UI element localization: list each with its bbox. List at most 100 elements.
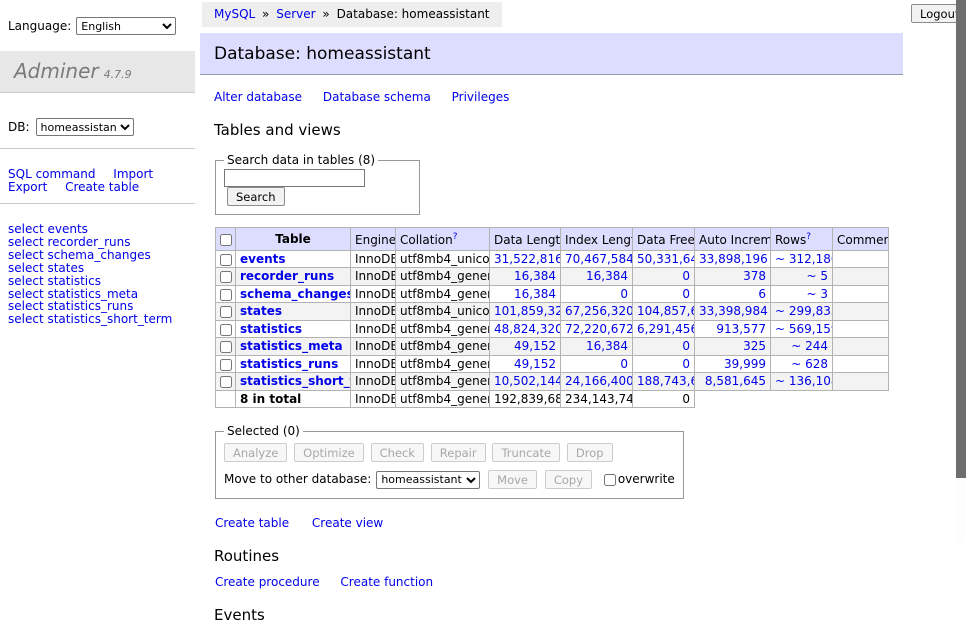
data-free-cell[interactable]: 50,331,648 xyxy=(633,250,695,268)
data-length-cell[interactable]: 49,152 xyxy=(490,355,561,373)
data-free-cell[interactable]: 0 xyxy=(633,355,695,373)
sidebar-select-link[interactable]: select statistics_short_term xyxy=(8,313,187,326)
index-length-cell[interactable]: 24,166,400 xyxy=(561,373,633,391)
sidebar-select-link[interactable]: select events xyxy=(8,223,187,236)
sidebar-link-export[interactable]: Export xyxy=(8,180,47,194)
copy-button[interactable]: Copy xyxy=(545,470,592,489)
data-length-cell[interactable]: 16,384 xyxy=(490,285,561,303)
column-header-index-length: Index Length? xyxy=(561,228,633,251)
auto-increment-cell[interactable]: 378 xyxy=(695,268,771,286)
index-length-cell[interactable]: 72,220,672 xyxy=(561,320,633,338)
table-name-link[interactable]: schema_changes xyxy=(240,287,351,301)
breadcrumb-link-mysql[interactable]: MySQL xyxy=(214,7,255,21)
table-name-link[interactable]: events xyxy=(240,252,286,266)
data-free-cell[interactable]: 104,857,600 xyxy=(633,303,695,321)
auto-increment-cell[interactable]: 913,577 xyxy=(695,320,771,338)
table-name-link[interactable]: recorder_runs xyxy=(240,269,334,283)
data-free-cell[interactable]: 6,291,456 xyxy=(633,320,695,338)
rows-count-cell[interactable]: ~ 136,108 xyxy=(771,373,833,391)
overwrite-checkbox[interactable] xyxy=(604,474,616,486)
search-input[interactable] xyxy=(224,169,365,187)
move-database-select[interactable]: homeassistant xyxy=(376,471,480,489)
select-all-checkbox[interactable] xyxy=(220,234,232,246)
rows-count-cell[interactable]: ~ 5 xyxy=(771,268,833,286)
row-checkbox[interactable] xyxy=(220,306,232,318)
sidebar-link-create-table[interactable]: Create table xyxy=(65,180,139,194)
row-checkbox[interactable] xyxy=(220,359,232,371)
db-select[interactable]: homeassistant xyxy=(36,118,134,136)
auto-increment-cell[interactable]: 39,999 xyxy=(695,355,771,373)
privileges-link[interactable]: Privileges xyxy=(452,90,510,104)
optimize-button[interactable]: Optimize xyxy=(294,443,364,462)
create-table-link[interactable]: Create table xyxy=(215,516,289,530)
data-length-cell[interactable]: 31,522,816 xyxy=(490,250,561,268)
data-length-cell[interactable]: 101,859,328 xyxy=(490,303,561,321)
sidebar-select-link[interactable]: select recorder_runs xyxy=(8,236,187,249)
auto-increment-cell[interactable]: 33,398,984 xyxy=(695,303,771,321)
sidebar-link-sql-command[interactable]: SQL command xyxy=(8,167,95,181)
sidebar-select-link[interactable]: select schema_changes xyxy=(8,249,187,262)
search-button[interactable]: Search xyxy=(227,187,285,206)
row-checkbox[interactable] xyxy=(220,341,232,353)
auto-increment-cell[interactable]: 6 xyxy=(695,285,771,303)
total-engine: InnoDB xyxy=(351,390,396,408)
alter-database-link[interactable]: Alter database xyxy=(214,90,302,104)
index-length-cell[interactable]: 70,467,584 xyxy=(561,250,633,268)
row-checkbox[interactable] xyxy=(220,289,232,301)
index-length-cell[interactable]: 67,256,320 xyxy=(561,303,633,321)
row-checkbox[interactable] xyxy=(220,254,232,266)
rows-count-cell[interactable]: ~ 244 xyxy=(771,338,833,356)
language-select[interactable]: English xyxy=(76,17,176,35)
breadcrumb-link-server[interactable]: Server xyxy=(276,7,315,21)
rows-count-cell[interactable]: ~ 569,159 xyxy=(771,320,833,338)
data-free-cell[interactable]: 188,743,680 xyxy=(633,373,695,391)
table-name-link[interactable]: statistics xyxy=(240,322,302,336)
create-function-link[interactable]: Create function xyxy=(340,575,433,589)
data-length-cell[interactable]: 10,502,144 xyxy=(490,373,561,391)
repair-button[interactable]: Repair xyxy=(431,443,486,462)
vertical-scrollbar[interactable] xyxy=(956,0,966,543)
data-free-cell[interactable]: 0 xyxy=(633,285,695,303)
analyze-button[interactable]: Analyze xyxy=(224,443,287,462)
table-name-link[interactable]: statistics_runs xyxy=(240,357,338,371)
move-button[interactable]: Move xyxy=(488,470,537,489)
scrollbar-thumb[interactable] xyxy=(956,0,966,478)
move-row: Move to other database:homeassistant Mov… xyxy=(224,470,675,489)
rows-count-cell[interactable]: ~ 299,833 xyxy=(771,303,833,321)
row-checkbox[interactable] xyxy=(220,324,232,336)
data-length-cell[interactable]: 48,824,320 xyxy=(490,320,561,338)
data-free-cell[interactable]: 0 xyxy=(633,268,695,286)
drop-button[interactable]: Drop xyxy=(567,443,613,462)
create-view-link[interactable]: Create view xyxy=(312,516,383,530)
index-length-cell[interactable]: 16,384 xyxy=(561,338,633,356)
rows-count-cell[interactable]: ~ 312,180 xyxy=(771,250,833,268)
database-schema-link[interactable]: Database schema xyxy=(323,90,431,104)
data-length-cell[interactable]: 16,384 xyxy=(490,268,561,286)
comment-cell xyxy=(833,250,889,268)
index-length-cell[interactable]: 0 xyxy=(561,355,633,373)
row-checkbox-cell xyxy=(216,355,236,373)
create-procedure-link[interactable]: Create procedure xyxy=(215,575,320,589)
data-length-cell[interactable]: 49,152 xyxy=(490,338,561,356)
sidebar-select-link[interactable]: select states xyxy=(8,262,187,275)
rows-count-cell[interactable]: ~ 628 xyxy=(771,355,833,373)
check-button[interactable]: Check xyxy=(371,443,424,462)
row-checkbox[interactable] xyxy=(220,271,232,283)
data-free-cell[interactable]: 0 xyxy=(633,338,695,356)
column-header-data-length: Data Length? xyxy=(490,228,561,251)
hint-link[interactable]: ? xyxy=(453,232,458,242)
hint-link[interactable]: ? xyxy=(806,232,811,242)
rows-count-cell[interactable]: ~ 3 xyxy=(771,285,833,303)
table-name-link[interactable]: statistics_short_term xyxy=(240,374,351,388)
row-checkbox[interactable] xyxy=(220,376,232,388)
table-name-link[interactable]: states xyxy=(240,304,282,318)
index-length-cell[interactable]: 16,384 xyxy=(561,268,633,286)
table-name-link[interactable]: statistics_meta xyxy=(240,339,343,353)
auto-increment-cell[interactable]: 33,898,196 xyxy=(695,250,771,268)
truncate-button[interactable]: Truncate xyxy=(492,443,560,462)
index-length-cell[interactable]: 0 xyxy=(561,285,633,303)
auto-increment-cell[interactable]: 325 xyxy=(695,338,771,356)
sidebar-select-link[interactable]: select statistics xyxy=(8,275,187,288)
sidebar-link-import[interactable]: Import xyxy=(113,167,153,181)
auto-increment-cell[interactable]: 8,581,645 xyxy=(695,373,771,391)
